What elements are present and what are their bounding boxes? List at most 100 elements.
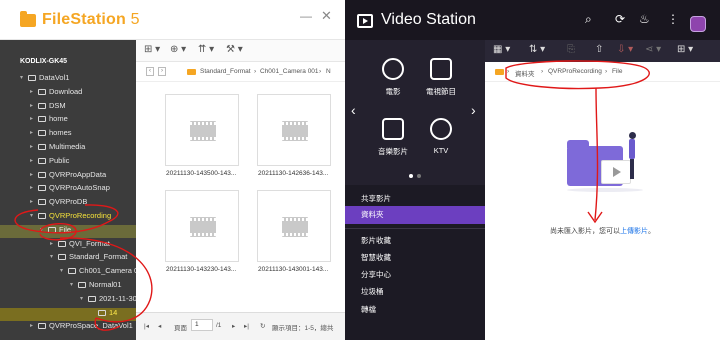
tree-item[interactable]: ▸ QVRProSpace_DataVol1	[30, 321, 136, 334]
tree-item[interactable]: ▾ 2021-11-30	[80, 294, 137, 307]
new-folder-button[interactable]: ⊕ ▾	[170, 44, 186, 55]
file-thumbnail[interactable]	[165, 190, 239, 262]
tree-item[interactable]: ▾ QVRProRecording	[30, 211, 136, 224]
tree-item[interactable]: 14	[0, 308, 136, 321]
file-name[interactable]: 20211130-143001-143...	[258, 266, 342, 273]
search-icon[interactable]: ⌕	[585, 12, 592, 27]
expand-chevron-icon[interactable]: ▾	[60, 267, 63, 274]
tree-item[interactable]: ▸ QVRProDB	[30, 197, 136, 210]
expand-chevron-icon[interactable]: ▸	[30, 143, 33, 150]
expand-chevron-icon[interactable]: ▾	[70, 281, 73, 288]
media-icon[interactable]: ♨	[639, 12, 650, 26]
category-movies[interactable]: 電影	[368, 58, 418, 97]
page-dot-active[interactable]	[409, 174, 413, 178]
expand-chevron-icon[interactable]: ▸	[30, 157, 33, 164]
next-page-button[interactable]: ▸	[232, 322, 235, 330]
more-icon[interactable]: ⋮	[667, 12, 679, 26]
grid-view-button[interactable]: ▦ ▾	[493, 44, 510, 55]
expand-chevron-icon[interactable]: ▸	[30, 322, 33, 329]
page-input[interactable]: 1	[191, 319, 213, 331]
tree-item-label: QVRProAppData	[49, 170, 107, 179]
upload-button[interactable]: ⇈ ▾	[198, 44, 214, 55]
nav-share-center[interactable]: 分享中心	[345, 266, 485, 284]
nav-folders[interactable]: 資料夾	[345, 206, 485, 224]
prev-page-button[interactable]: ◂	[158, 322, 161, 330]
next-arrow-icon[interactable]: ›	[471, 102, 476, 118]
tree-item[interactable]: ▸ home	[30, 114, 136, 127]
tree-item[interactable]: ▾ DataVol1	[20, 73, 136, 86]
nav-smart-collection[interactable]: 智慧收藏	[345, 249, 485, 267]
minimize-icon[interactable]: —	[300, 9, 312, 23]
copy-icon[interactable]: ⎘	[567, 44, 575, 55]
file-name[interactable]: 20211130-142636-143...	[258, 170, 342, 177]
first-page-button[interactable]: |◂	[144, 322, 149, 330]
nav-video-collection[interactable]: 影片收藏	[345, 232, 485, 250]
expand-chevron-icon[interactable]: ▸	[50, 240, 53, 247]
tree-item[interactable]: ▸ QVRProAutoSnap	[30, 183, 136, 196]
path-segment[interactable]: Standard_Format	[200, 68, 251, 75]
file-thumbnail[interactable]	[165, 94, 239, 166]
file-name[interactable]: 20211130-143500-143...	[166, 170, 250, 177]
nav-trash[interactable]: 垃圾桶	[345, 283, 485, 301]
tree-item[interactable]: ▸ DSM	[30, 101, 136, 114]
tree-item[interactable]: ▾ Standard_Format	[50, 252, 136, 265]
page-dot[interactable]	[417, 174, 421, 178]
tree-item[interactable]: ▾ Ch001_Camera 001	[60, 266, 147, 279]
prev-arrow-icon[interactable]: ‹	[351, 102, 356, 118]
upload-icon[interactable]: ⇧	[595, 44, 603, 55]
video-logo-icon	[357, 14, 373, 28]
category-tv-shows[interactable]: 電視節目	[416, 58, 466, 97]
file-thumbnail[interactable]	[257, 94, 331, 166]
forward-button[interactable]: ›	[158, 67, 166, 76]
expand-chevron-icon[interactable]: ▾	[80, 295, 83, 302]
folder-icon	[58, 254, 66, 260]
path-segment[interactable]: N	[326, 68, 331, 75]
expand-chevron-icon[interactable]: ▾	[20, 74, 23, 81]
view-mode-button[interactable]: ⊞ ▾	[144, 44, 160, 55]
tree-item[interactable]: ▾ Normal01	[70, 280, 136, 293]
file-name[interactable]: 20211130-143230-143...	[166, 266, 250, 273]
tree-item-label: QVRProAutoSnap	[49, 183, 110, 192]
tree-item[interactable]: ▸ Download	[30, 87, 136, 100]
layout-button[interactable]: ⊞ ▾	[677, 44, 693, 55]
crumb-folders[interactable]: 資料夾	[515, 68, 535, 78]
refresh-icon[interactable]: ⟳	[615, 12, 625, 26]
download-button[interactable]: ⇩ ▾	[617, 44, 633, 55]
expand-chevron-icon[interactable]: ▸	[30, 198, 33, 205]
crumb-qvrprorecording[interactable]: QVRProRecording	[548, 68, 602, 75]
expand-chevron-icon[interactable]: ▸	[30, 184, 33, 191]
path-bar: ‹ › Standard_Format › Ch001_Camera 001 ›…	[136, 62, 345, 82]
file-thumbnail[interactable]	[257, 190, 331, 262]
expand-chevron-icon[interactable]: ▾	[50, 253, 53, 260]
video-file-icon	[190, 121, 216, 141]
expand-chevron-icon[interactable]: ▾	[40, 226, 43, 233]
back-button[interactable]: ‹	[146, 67, 154, 76]
category-music-videos[interactable]: 音樂影片	[368, 118, 418, 157]
expand-chevron-icon[interactable]: ▸	[30, 171, 33, 178]
tree-item[interactable]: ▸ Public	[30, 156, 136, 169]
sort-button[interactable]: ⇅ ▾	[529, 44, 545, 55]
close-icon[interactable]: ✕	[321, 8, 332, 24]
tree-item[interactable]: ▸ QVI_Format	[50, 239, 136, 252]
expand-chevron-icon[interactable]: ▸	[30, 129, 33, 136]
avatar[interactable]	[690, 16, 706, 32]
folder-icon	[48, 227, 56, 233]
tree-item-label: File	[59, 225, 72, 234]
share-button[interactable]: ⋖ ▾	[645, 44, 661, 55]
refresh-icon[interactable]: ↻	[260, 322, 265, 330]
tools-button[interactable]: ⚒ ▾	[226, 44, 243, 55]
tree-item[interactable]: ▸ Multimedia	[30, 142, 136, 155]
expand-chevron-icon[interactable]: ▸	[30, 88, 33, 95]
category-ktv[interactable]: KTV	[416, 118, 466, 155]
tree-item[interactable]: ▾ File	[0, 225, 136, 238]
upload-video-link[interactable]: 上傳影片	[620, 228, 648, 235]
tree-item[interactable]: ▸ QVRProAppData	[30, 170, 136, 183]
expand-chevron-icon[interactable]: ▾	[30, 212, 33, 219]
tree-item[interactable]: ▸ homes	[30, 128, 136, 141]
last-page-button[interactable]: ▸|	[244, 322, 249, 330]
path-segment[interactable]: Ch001_Camera 001	[260, 68, 319, 75]
crumb-file[interactable]: File	[612, 68, 622, 75]
expand-chevron-icon[interactable]: ▸	[30, 102, 33, 109]
nav-transcode[interactable]: 轉檔	[345, 301, 485, 319]
expand-chevron-icon[interactable]: ▸	[30, 115, 33, 122]
